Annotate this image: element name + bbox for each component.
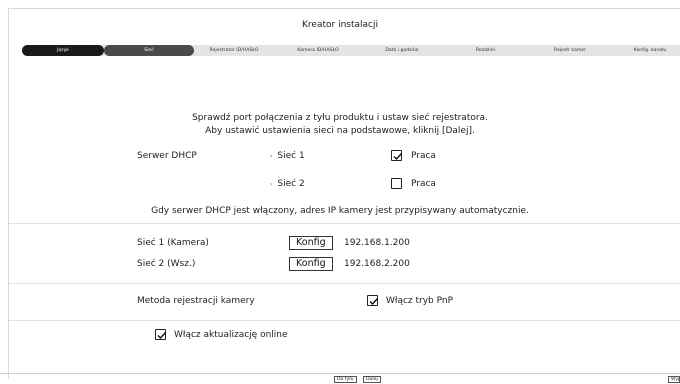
check-icon <box>393 153 403 161</box>
step-camera-id[interactable]: Kamera ID/HASŁO <box>276 45 360 56</box>
step-progress-bar: Język Sieć Rejestrator ID/HASŁO Kamera I… <box>22 45 680 56</box>
footer-divider <box>0 373 680 374</box>
step-recorder-id[interactable]: Rejestrator ID/HASŁO <box>192 45 276 56</box>
check-icon <box>157 332 167 340</box>
next-button[interactable]: Dalej <box>363 376 381 383</box>
exit-button[interactable]: Wyj <box>668 376 680 383</box>
network1-ip: 192.168.1.200 <box>344 238 410 248</box>
dhcp-net1-text: Sieć 1 <box>277 151 305 161</box>
network1-label: Sieć 1 (Kamera) <box>137 238 209 248</box>
dhcp-net1-checkbox[interactable] <box>391 150 403 161</box>
intro-line-1: Sprawdź port połączenia z tyłu produktu … <box>192 113 488 123</box>
dhcp-net2-text: Sieć 2 <box>277 179 305 189</box>
wizard-frame <box>8 8 680 379</box>
step-camera-register[interactable]: Rejestr kamer <box>528 45 612 56</box>
online-update-checkbox[interactable] <box>155 329 167 340</box>
step-language[interactable]: Język <box>22 45 104 56</box>
dhcp-net2-checkbox[interactable] <box>391 178 402 189</box>
registration-method-label: Metoda rejestracji kamery <box>137 296 255 306</box>
network2-ip: 192.168.2.200 <box>344 259 410 269</box>
check-icon <box>369 298 379 306</box>
chevron-right-icon: › <box>270 181 273 188</box>
window-title: Kreator instalacji <box>302 20 378 30</box>
dhcp-label: Serwer DHCP <box>137 151 197 161</box>
pnp-label: Włącz tryb PnP <box>386 296 454 306</box>
section-divider <box>9 320 680 321</box>
network1-config-button[interactable]: Konfig <box>289 236 333 250</box>
back-button[interactable]: Do tyłu <box>334 376 357 383</box>
section-divider <box>9 283 680 284</box>
online-update-label: Włącz aktualizację online <box>174 330 288 340</box>
dhcp-note: Gdy serwer DHCP jest włączony, adres IP … <box>151 206 529 216</box>
step-resolution[interactable]: Rozdziel. <box>444 45 528 56</box>
network2-config-button[interactable]: Konfig <box>289 257 333 271</box>
chevron-right-icon: › <box>270 153 273 160</box>
step-date-time[interactable]: Data i godzina <box>360 45 444 56</box>
dhcp-net1-label: › Sieć 1 <box>270 151 305 161</box>
section-divider <box>9 223 680 224</box>
network2-label: Sieć 2 (Wsz.) <box>137 259 196 269</box>
dhcp-net1-option: Praca <box>411 151 436 161</box>
step-network[interactable]: Sieć <box>104 45 194 56</box>
pnp-checkbox[interactable] <box>367 295 379 306</box>
intro-line-2: Aby ustawić ustawienia sieci na podstawo… <box>205 126 475 136</box>
dhcp-net2-option: Praca <box>411 179 436 189</box>
step-channel-config[interactable]: Konfig. kanału <box>612 45 680 56</box>
dhcp-net2-label: › Sieć 2 <box>270 179 305 189</box>
